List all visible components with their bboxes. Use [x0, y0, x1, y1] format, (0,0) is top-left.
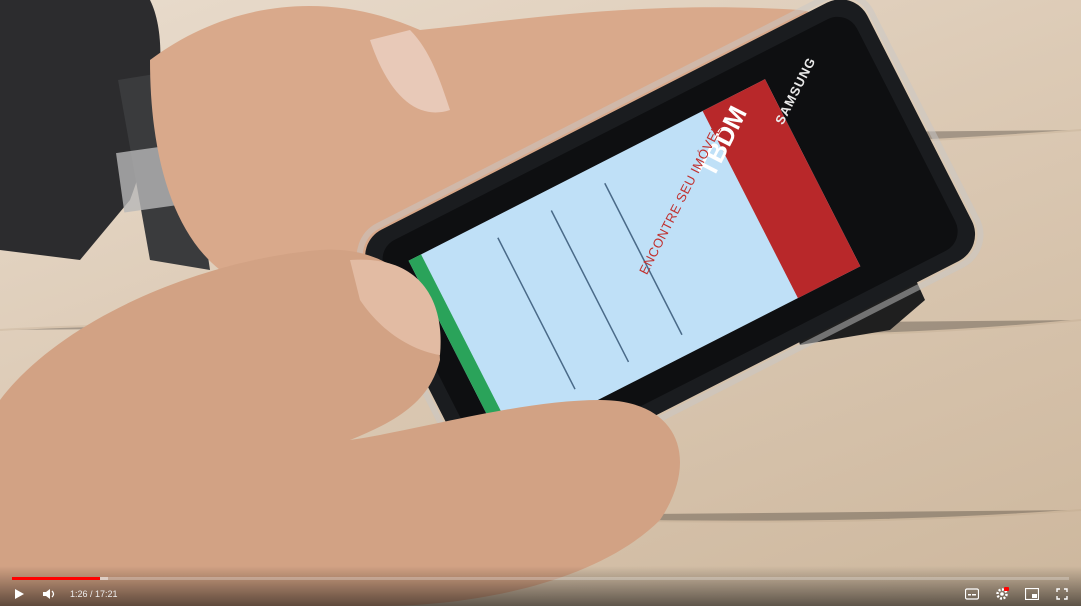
play-button[interactable]	[10, 585, 28, 603]
fullscreen-button[interactable]	[1053, 585, 1071, 603]
player-controls: 1:26 / 17:21	[0, 566, 1081, 606]
video-frame[interactable]	[0, 0, 1081, 606]
miniplayer-button[interactable]	[1023, 585, 1041, 603]
fullscreen-icon	[1056, 588, 1068, 600]
play-icon	[15, 589, 24, 599]
video-player[interactable]: SAMSUNG TBDM ENCONTRE SEU IMÓVEL 1:26 / …	[0, 0, 1081, 606]
progress-played	[12, 577, 100, 580]
miniplayer-icon	[1025, 588, 1039, 600]
subtitles-icon	[965, 588, 979, 600]
video-scene	[0, 0, 1081, 606]
progress-bar[interactable]	[12, 577, 1069, 580]
mute-button[interactable]	[40, 585, 58, 603]
settings-icon	[996, 587, 1009, 600]
settings-button[interactable]	[993, 585, 1011, 603]
subtitles-button[interactable]	[963, 585, 981, 603]
volume-icon	[43, 589, 55, 599]
time-display: 1:26 / 17:21	[70, 589, 118, 599]
